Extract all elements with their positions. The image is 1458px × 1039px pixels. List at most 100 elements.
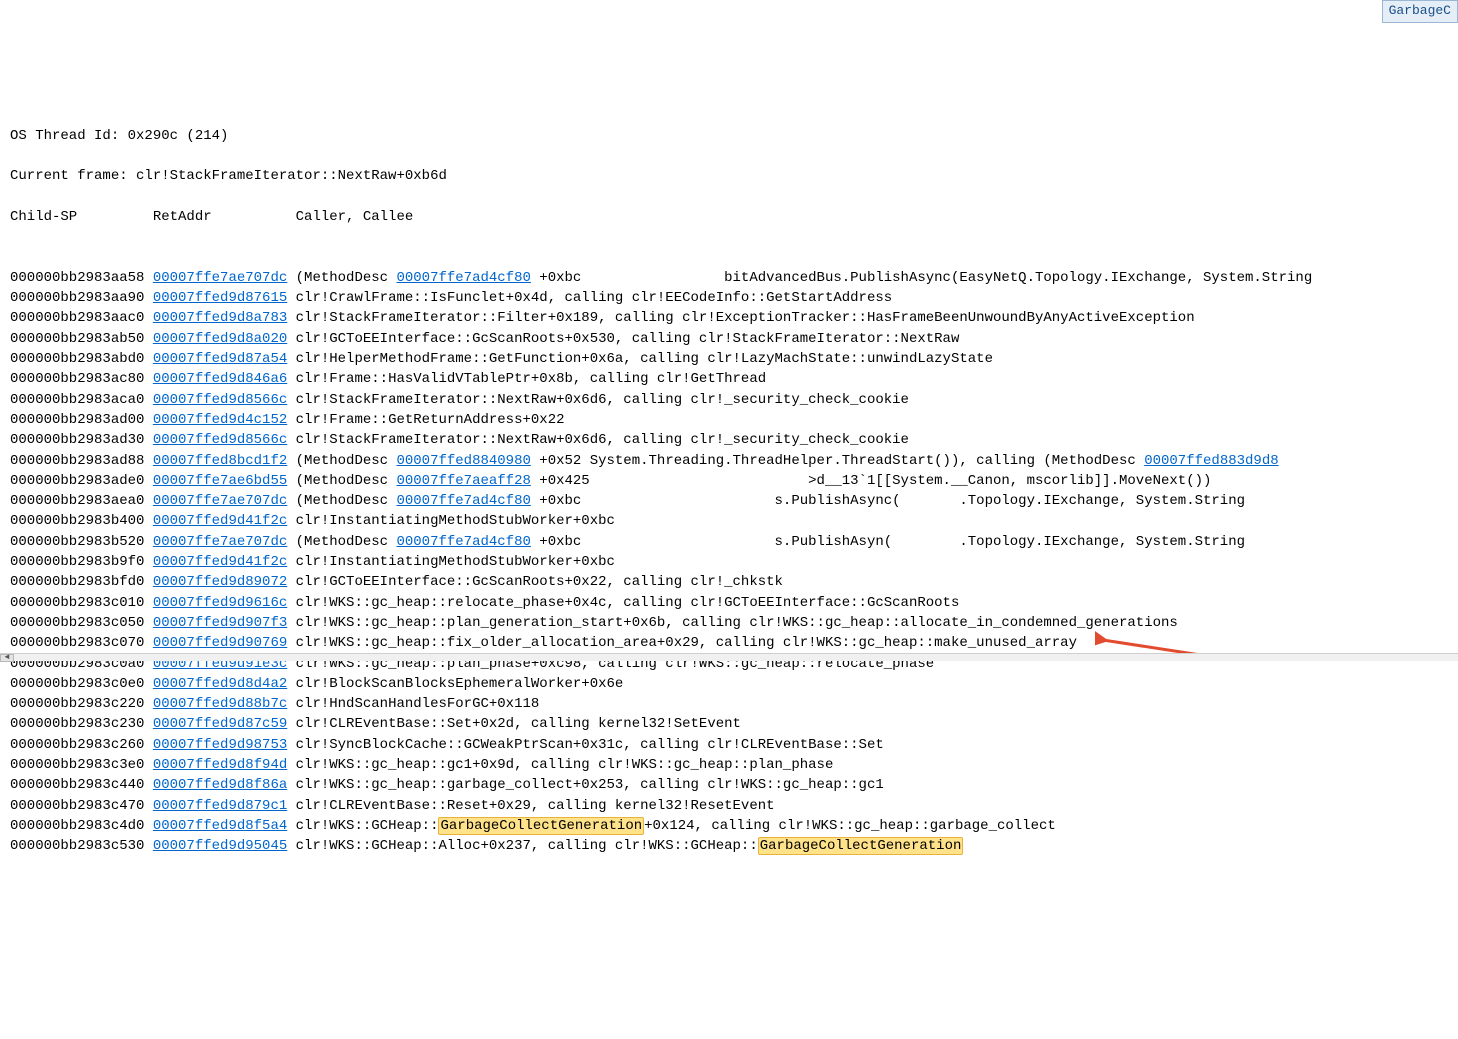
stack-frame-row: 000000bb2983c260 00007ffed9d98753 clr!Sy… (10, 735, 1448, 755)
horizontal-scrollbar[interactable]: ◄ (0, 653, 1458, 661)
ret-addr-link[interactable]: 00007ffed9d95045 (153, 838, 287, 854)
ret-addr-link[interactable]: 00007ffed9d90769 (153, 635, 287, 651)
ret-addr-link[interactable]: 00007ffed9d41f2c (153, 554, 287, 570)
call-text: clr!InstantiatingMethodStubWorker+0xbc (287, 554, 615, 570)
os-thread-id-line: OS Thread Id: 0x290c (214) (10, 126, 1448, 146)
call-text: clr!Frame::HasValidVTablePtr+0x8b, calli… (287, 371, 766, 387)
stack-frame-row: 000000bb2983ade0 00007ffe7ae6bd55 (Metho… (10, 471, 1448, 491)
stack-frame-row: 000000bb2983aea0 00007ffe7ae707dc (Metho… (10, 491, 1448, 511)
search-highlight: GarbageCollectGeneration (438, 817, 644, 835)
stack-frame-row: 000000bb2983aac0 00007ffed9d8a783 clr!St… (10, 308, 1448, 328)
child-sp: 000000bb2983aa58 (10, 270, 153, 286)
stack-frame-row: 000000bb2983c440 00007ffed9d8f86a clr!WK… (10, 775, 1448, 795)
call-text: +0x52 System.Threading.ThreadHelper.Thre… (531, 453, 1144, 469)
call-text: +0xbc s.PublishAsync( .Topology.IExchang… (531, 493, 1245, 509)
ret-addr-link[interactable]: 00007ffed9d8f94d (153, 757, 287, 773)
ret-addr-link[interactable]: 00007ffed9d4c152 (153, 412, 287, 428)
call-text: clr!GCToEEInterface::GcScanRoots+0x530, … (287, 331, 959, 347)
ret-addr-link[interactable]: 00007ffed9d87a54 (153, 351, 287, 367)
ret-addr-link[interactable]: 00007ffed9d846a6 (153, 371, 287, 387)
search-match-badge: GarbageC (1382, 0, 1458, 23)
call-text: clr!CLREventBase::Set+0x2d, calling kern… (287, 716, 741, 732)
child-sp: 000000bb2983c230 (10, 716, 153, 732)
call-text: clr!WKS::gc_heap::garbage_collect+0x253,… (287, 777, 884, 793)
stack-frame-row: 000000bb2983aa90 00007ffed9d87615 clr!Cr… (10, 288, 1448, 308)
stack-frame-row: 000000bb2983c3e0 00007ffed9d8f94d clr!WK… (10, 755, 1448, 775)
ret-addr-link[interactable]: 00007ffed9d89072 (153, 574, 287, 590)
ret-addr-link[interactable]: 00007ffed9d88b7c (153, 696, 287, 712)
stack-frame-row: 000000bb2983c010 00007ffed9d9616c clr!WK… (10, 593, 1448, 613)
child-sp: 000000bb2983aea0 (10, 493, 153, 509)
methoddesc-link[interactable]: 00007ffed8840980 (396, 453, 530, 469)
methoddesc-link[interactable]: 00007ffe7aeaff28 (396, 473, 530, 489)
stack-frame-row: 000000bb2983b520 00007ffe7ae707dc (Metho… (10, 532, 1448, 552)
ret-addr-link[interactable]: 00007ffed9d87615 (153, 290, 287, 306)
call-text: (MethodDesc (287, 534, 396, 550)
call-text: clr!WKS::GCHeap::Alloc+0x237, calling cl… (287, 838, 757, 854)
ret-addr-link[interactable]: 00007ffed9d907f3 (153, 615, 287, 631)
stack-frame-row: 000000bb2983b9f0 00007ffed9d41f2c clr!In… (10, 552, 1448, 572)
stack-frame-row: 000000bb2983ac80 00007ffed9d846a6 clr!Fr… (10, 369, 1448, 389)
call-text: clr!WKS::gc_heap::plan_generation_start+… (287, 615, 1178, 631)
column-headers: Child-SP RetAddr Caller, Callee (10, 207, 1448, 227)
child-sp: 000000bb2983c0e0 (10, 676, 153, 692)
call-text: (MethodDesc (287, 473, 396, 489)
call-text: clr!CLREventBase::Reset+0x29, calling ke… (287, 798, 774, 814)
ret-addr-link[interactable]: 00007ffed9d8d4a2 (153, 676, 287, 692)
call-text: clr!WKS::gc_heap::fix_older_allocation_a… (287, 635, 1077, 651)
call-text: (MethodDesc (287, 270, 396, 286)
methoddesc-link[interactable]: 00007ffe7ad4cf80 (396, 534, 530, 550)
stack-frame-row: 000000bb2983aca0 00007ffed9d8566c clr!St… (10, 390, 1448, 410)
call-text: clr!StackFrameIterator::NextRaw+0x6d6, c… (287, 432, 909, 448)
methoddesc-link[interactable]: 00007ffe7ad4cf80 (396, 493, 530, 509)
child-sp: 000000bb2983c440 (10, 777, 153, 793)
methoddesc-link[interactable]: 00007ffed883d9d8 (1144, 453, 1278, 469)
child-sp: 000000bb2983ad00 (10, 412, 153, 428)
ret-addr-link[interactable]: 00007ffed9d98753 (153, 737, 287, 753)
child-sp: 000000bb2983aa90 (10, 290, 153, 306)
ret-addr-link[interactable]: 00007ffed8bcd1f2 (153, 453, 287, 469)
call-text: clr!SyncBlockCache::GCWeakPtrScan+0x31c,… (287, 737, 884, 753)
stack-frame-row: 000000bb2983abd0 00007ffed9d87a54 clr!He… (10, 349, 1448, 369)
ret-addr-link[interactable]: 00007ffed9d8566c (153, 432, 287, 448)
ret-addr-link[interactable]: 00007ffed9d9616c (153, 595, 287, 611)
ret-addr-link[interactable]: 00007ffed9d8f86a (153, 777, 287, 793)
current-frame-line: Current frame: clr!StackFrameIterator::N… (10, 166, 1448, 186)
call-text: clr!WKS::gc_heap::gc1+0x9d, calling clr!… (287, 757, 833, 773)
stack-frame-row: 000000bb2983aa58 00007ffe7ae707dc (Metho… (10, 268, 1448, 288)
stack-frame-row: 000000bb2983ad30 00007ffed9d8566c clr!St… (10, 430, 1448, 450)
ret-addr-link[interactable]: 00007ffed9d879c1 (153, 798, 287, 814)
ret-addr-link[interactable]: 00007ffe7ae707dc (153, 534, 287, 550)
stack-frame-row: 000000bb2983bfd0 00007ffed9d89072 clr!GC… (10, 572, 1448, 592)
child-sp: 000000bb2983c3e0 (10, 757, 153, 773)
ret-addr-link[interactable]: 00007ffed9d8a020 (153, 331, 287, 347)
child-sp: 000000bb2983aac0 (10, 310, 153, 326)
ret-addr-link[interactable]: 00007ffed9d8566c (153, 392, 287, 408)
child-sp: 000000bb2983c470 (10, 798, 153, 814)
child-sp: 000000bb2983ab50 (10, 331, 153, 347)
child-sp: 000000bb2983ad30 (10, 432, 153, 448)
child-sp: 000000bb2983c260 (10, 737, 153, 753)
ret-addr-link[interactable]: 00007ffe7ae6bd55 (153, 473, 287, 489)
stack-frame-row: 000000bb2983c470 00007ffed9d879c1 clr!CL… (10, 796, 1448, 816)
child-sp: 000000bb2983c050 (10, 615, 153, 631)
ret-addr-link[interactable]: 00007ffed9d8a783 (153, 310, 287, 326)
child-sp: 000000bb2983c070 (10, 635, 153, 651)
call-text: clr!Frame::GetReturnAddress+0x22 (287, 412, 564, 428)
stack-frame-row: 000000bb2983ab50 00007ffed9d8a020 clr!GC… (10, 329, 1448, 349)
stack-frame-row: 000000bb2983c4d0 00007ffed9d8f5a4 clr!WK… (10, 816, 1448, 836)
ret-addr-link[interactable]: 00007ffe7ae707dc (153, 493, 287, 509)
ret-addr-link[interactable]: 00007ffed9d87c59 (153, 716, 287, 732)
ret-addr-link[interactable]: 00007ffe7ae707dc (153, 270, 287, 286)
child-sp: 000000bb2983ac80 (10, 371, 153, 387)
stack-frame-row: 000000bb2983ad88 00007ffed8bcd1f2 (Metho… (10, 451, 1448, 471)
methoddesc-link[interactable]: 00007ffe7ad4cf80 (396, 270, 530, 286)
ret-addr-link[interactable]: 00007ffed9d8f5a4 (153, 818, 287, 834)
call-text: clr!StackFrameIterator::NextRaw+0x6d6, c… (287, 392, 909, 408)
child-sp: 000000bb2983c220 (10, 696, 153, 712)
ret-addr-link[interactable]: 00007ffed9d41f2c (153, 513, 287, 529)
child-sp: 000000bb2983b400 (10, 513, 153, 529)
child-sp: 000000bb2983c4d0 (10, 818, 153, 834)
child-sp: 000000bb2983ade0 (10, 473, 153, 489)
scroll-left-button[interactable]: ◄ (0, 654, 14, 662)
